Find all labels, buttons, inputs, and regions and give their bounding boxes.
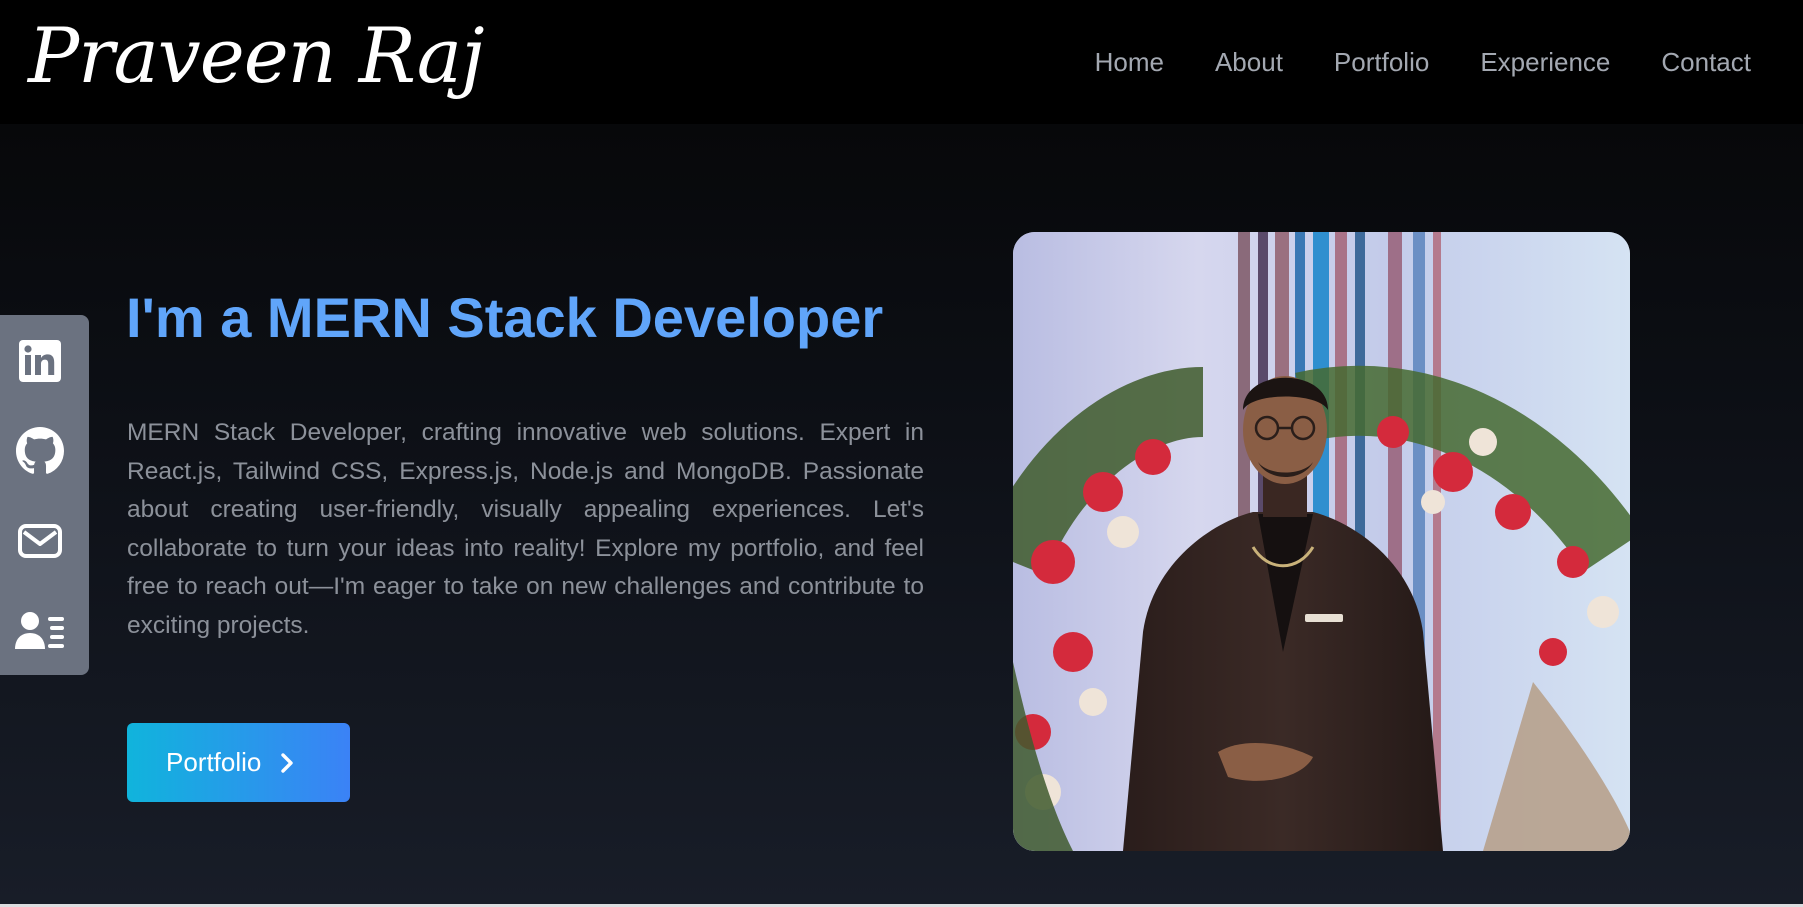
social-sidebar bbox=[0, 315, 89, 675]
site-header: Praveen Raj Home About Portfolio Experie… bbox=[0, 0, 1803, 124]
nav-home[interactable]: Home bbox=[1095, 40, 1164, 84]
hero-intro: MERN Stack Developer, crafting innovativ… bbox=[127, 419, 924, 639]
resume-icon bbox=[15, 612, 64, 649]
github-link[interactable] bbox=[12, 423, 68, 479]
github-icon bbox=[16, 427, 64, 474]
main-nav: Home About Portfolio Experience Contact bbox=[1044, 40, 1751, 84]
hero-headline: I'm a MERN Stack Developer bbox=[126, 286, 884, 349]
email-link[interactable] bbox=[12, 513, 68, 569]
nav-contact[interactable]: Contact bbox=[1661, 40, 1751, 84]
profile-photo bbox=[1013, 232, 1630, 851]
mail-icon bbox=[18, 524, 62, 558]
portfolio-button-label: Portfolio bbox=[166, 747, 262, 777]
page: Praveen Raj Home About Portfolio Experie… bbox=[0, 0, 1803, 907]
linkedin-link[interactable] bbox=[12, 333, 68, 389]
portfolio-button[interactable]: Portfolio bbox=[127, 723, 350, 802]
linkedin-icon bbox=[19, 340, 61, 382]
nav-about[interactable]: About bbox=[1215, 40, 1283, 84]
nav-experience[interactable]: Experience bbox=[1480, 40, 1610, 84]
site-logo[interactable]: Praveen Raj bbox=[28, 6, 485, 106]
resume-link[interactable] bbox=[12, 603, 68, 659]
chevron-right-icon bbox=[279, 752, 295, 774]
nav-portfolio[interactable]: Portfolio bbox=[1334, 40, 1429, 84]
